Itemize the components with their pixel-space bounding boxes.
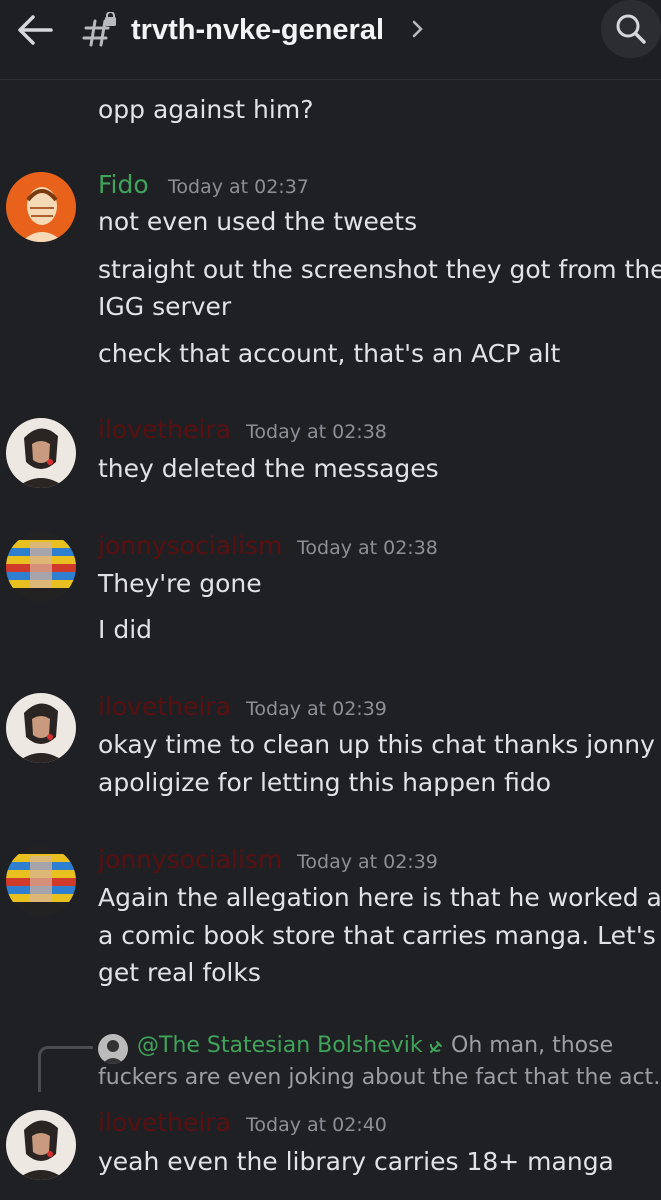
hammer-sickle-icon — [429, 1041, 442, 1053]
timestamp: Today at 02:38 — [297, 537, 438, 559]
avatar[interactable] — [6, 172, 76, 242]
search-icon — [616, 14, 646, 44]
author-name[interactable]: ilovetheira — [98, 691, 231, 723]
reply-preview-text[interactable]: Oh man, those — [451, 1030, 613, 1062]
reply-connector — [38, 1046, 93, 1092]
author-name[interactable]: ilovetheira — [98, 414, 231, 446]
channel-header: trvth-nvke-general — [0, 0, 661, 80]
reply-avatar[interactable] — [98, 1034, 128, 1064]
avatar[interactable] — [6, 1110, 76, 1180]
message-fragment: opp against him? — [98, 95, 314, 124]
back-button[interactable] — [12, 10, 58, 50]
avatar[interactable] — [6, 693, 76, 763]
timestamp: Today at 02:40 — [246, 1114, 387, 1136]
timestamp: Today at 02:39 — [297, 851, 438, 873]
message-text: IGG server — [98, 292, 232, 321]
message-list[interactable]: opp against him? Fido Today at 02:37 not… — [0, 80, 661, 1200]
avatar[interactable] — [6, 418, 76, 488]
reply-preview-text[interactable]: fuckers are even joking about the fact t… — [98, 1062, 661, 1094]
channel-title[interactable]: trvth-nvke-general — [131, 12, 384, 48]
author-name[interactable]: ilovetheira — [98, 1107, 231, 1139]
locked-hash-icon — [82, 12, 116, 47]
arrow-left-icon — [18, 15, 53, 45]
message-text: check that account, that's an ACP alt — [98, 339, 561, 368]
message-text: okay time to clean up this chat thanks j… — [98, 730, 661, 759]
message-text: straight out the screenshot they got fro… — [98, 255, 661, 284]
author-name[interactable]: Fido — [98, 169, 149, 201]
message-text: they deleted the messages — [98, 454, 439, 483]
chevron-right-icon[interactable] — [410, 18, 426, 40]
message-text: apoligize for letting this happen fido — [98, 768, 552, 797]
message-text: They're gone — [98, 569, 262, 598]
message-text: Again the allegation here is that he wor… — [98, 883, 661, 912]
message-text: a comic book store that carries manga. L… — [98, 921, 656, 950]
avatar[interactable] — [6, 846, 76, 916]
author-name[interactable]: jonnysocialism — [98, 844, 282, 876]
timestamp: Today at 02:39 — [246, 698, 387, 720]
message-text: yeah even the library carries 18+ manga — [98, 1147, 614, 1176]
search-button[interactable] — [601, 0, 661, 58]
message-text: get real folks — [98, 958, 261, 987]
message-text: I did — [98, 615, 153, 644]
timestamp: Today at 02:37 — [168, 176, 309, 198]
reply-author[interactable]: @The Statesian Bolshevik — [137, 1030, 423, 1062]
author-name[interactable]: jonnysocialism — [98, 530, 282, 562]
message-text: not even used the tweets — [98, 207, 418, 236]
timestamp: Today at 02:38 — [246, 421, 387, 443]
avatar[interactable] — [6, 532, 76, 602]
